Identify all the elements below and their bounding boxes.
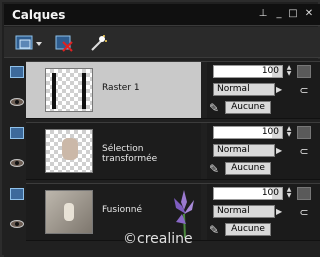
layer-row-left[interactable]: Sélection transformée xyxy=(26,123,201,179)
brush-icon[interactable]: ✎ xyxy=(209,101,223,115)
opacity-field[interactable]: 100 xyxy=(213,126,283,139)
minimize-icon[interactable]: _ xyxy=(273,8,285,20)
link-icon[interactable]: ⊂ xyxy=(297,145,311,159)
layer-list: Raster 1 100 ▲ ▼ Normal ▶ ⊂ ✎ Aucune Sél… xyxy=(4,59,320,257)
magic-wand-icon xyxy=(91,35,107,51)
layer-thumbnail xyxy=(45,68,93,112)
maximize-icon[interactable]: □ xyxy=(287,8,299,20)
layer-thumbnail xyxy=(45,129,93,173)
blend-mode-select[interactable]: Normal xyxy=(213,83,275,96)
visibility-eye-icon[interactable] xyxy=(10,98,24,106)
lock-icon[interactable] xyxy=(297,126,311,139)
opacity-spin-icon[interactable]: ▲ ▼ xyxy=(285,187,293,200)
opacity-field[interactable]: 100 xyxy=(213,187,283,200)
raster-layer-icon xyxy=(10,66,24,78)
delete-layer-button[interactable] xyxy=(54,32,74,54)
raster-layer-icon xyxy=(10,127,24,139)
watermark: ©crealine xyxy=(123,231,193,247)
panel-titlebar: Calques ⊥ _ □ ✕ xyxy=(4,4,320,26)
opacity-spin-icon[interactable]: ▲ ▼ xyxy=(285,65,293,78)
visibility-eye-icon[interactable] xyxy=(10,159,24,167)
mask-field[interactable]: Aucune xyxy=(225,223,271,236)
raster-layer-icon xyxy=(10,188,24,200)
magic-wand-button[interactable] xyxy=(88,32,108,54)
layer-properties: 100 ▲ ▼ Normal ▶ ⊂ ✎ Aucune xyxy=(207,184,320,240)
layer-row[interactable]: Sélection transformée 100 ▲ ▼ Normal ▶ ⊂ … xyxy=(26,122,320,180)
layer-gutter xyxy=(6,122,26,180)
visibility-eye-icon[interactable] xyxy=(10,220,24,228)
mask-field[interactable]: Aucune xyxy=(225,162,271,175)
layer-name: Sélection transformée xyxy=(102,144,158,164)
opacity-spin-icon[interactable]: ▲ ▼ xyxy=(285,126,293,139)
layer-gutter xyxy=(6,183,26,241)
layer-properties: 100 ▲ ▼ Normal ▶ ⊂ ✎ Aucune xyxy=(207,62,320,118)
layers-panel: Calques ⊥ _ □ ✕ Raster 1 100 ▲ ▼ Normal … xyxy=(0,0,320,257)
brush-icon[interactable]: ✎ xyxy=(209,162,223,176)
opacity-field[interactable]: 100 xyxy=(213,65,283,78)
layer-name: Raster 1 xyxy=(102,83,140,93)
layer-row-left[interactable]: Raster 1 xyxy=(26,62,201,118)
close-icon[interactable]: ✕ xyxy=(303,8,315,20)
blend-dropdown-icon[interactable]: ▶ xyxy=(276,144,284,157)
lock-icon[interactable] xyxy=(297,187,311,200)
brush-icon[interactable]: ✎ xyxy=(209,223,223,237)
link-icon[interactable]: ⊂ xyxy=(297,206,311,220)
panel-title: Calques xyxy=(12,8,66,22)
new-layer-button[interactable] xyxy=(14,32,44,54)
new-layer-icon xyxy=(15,35,42,50)
mask-field[interactable]: Aucune xyxy=(225,101,271,114)
blend-mode-select[interactable]: Normal xyxy=(213,205,275,218)
lock-icon[interactable] xyxy=(297,65,311,78)
delete-layer-icon xyxy=(55,35,73,52)
link-icon[interactable]: ⊂ xyxy=(297,84,311,98)
layer-gutter xyxy=(6,61,26,119)
blend-dropdown-icon[interactable]: ▶ xyxy=(276,83,284,96)
layers-toolbar xyxy=(4,27,320,58)
layer-thumbnail xyxy=(45,190,93,234)
layer-properties: 100 ▲ ▼ Normal ▶ ⊂ ✎ Aucune xyxy=(207,123,320,179)
layer-name: Fusionné xyxy=(102,205,143,215)
layer-row[interactable]: Raster 1 100 ▲ ▼ Normal ▶ ⊂ ✎ Aucune xyxy=(26,61,320,119)
pin-icon[interactable]: ⊥ xyxy=(257,8,269,20)
blend-dropdown-icon[interactable]: ▶ xyxy=(276,205,284,218)
blend-mode-select[interactable]: Normal xyxy=(213,144,275,157)
